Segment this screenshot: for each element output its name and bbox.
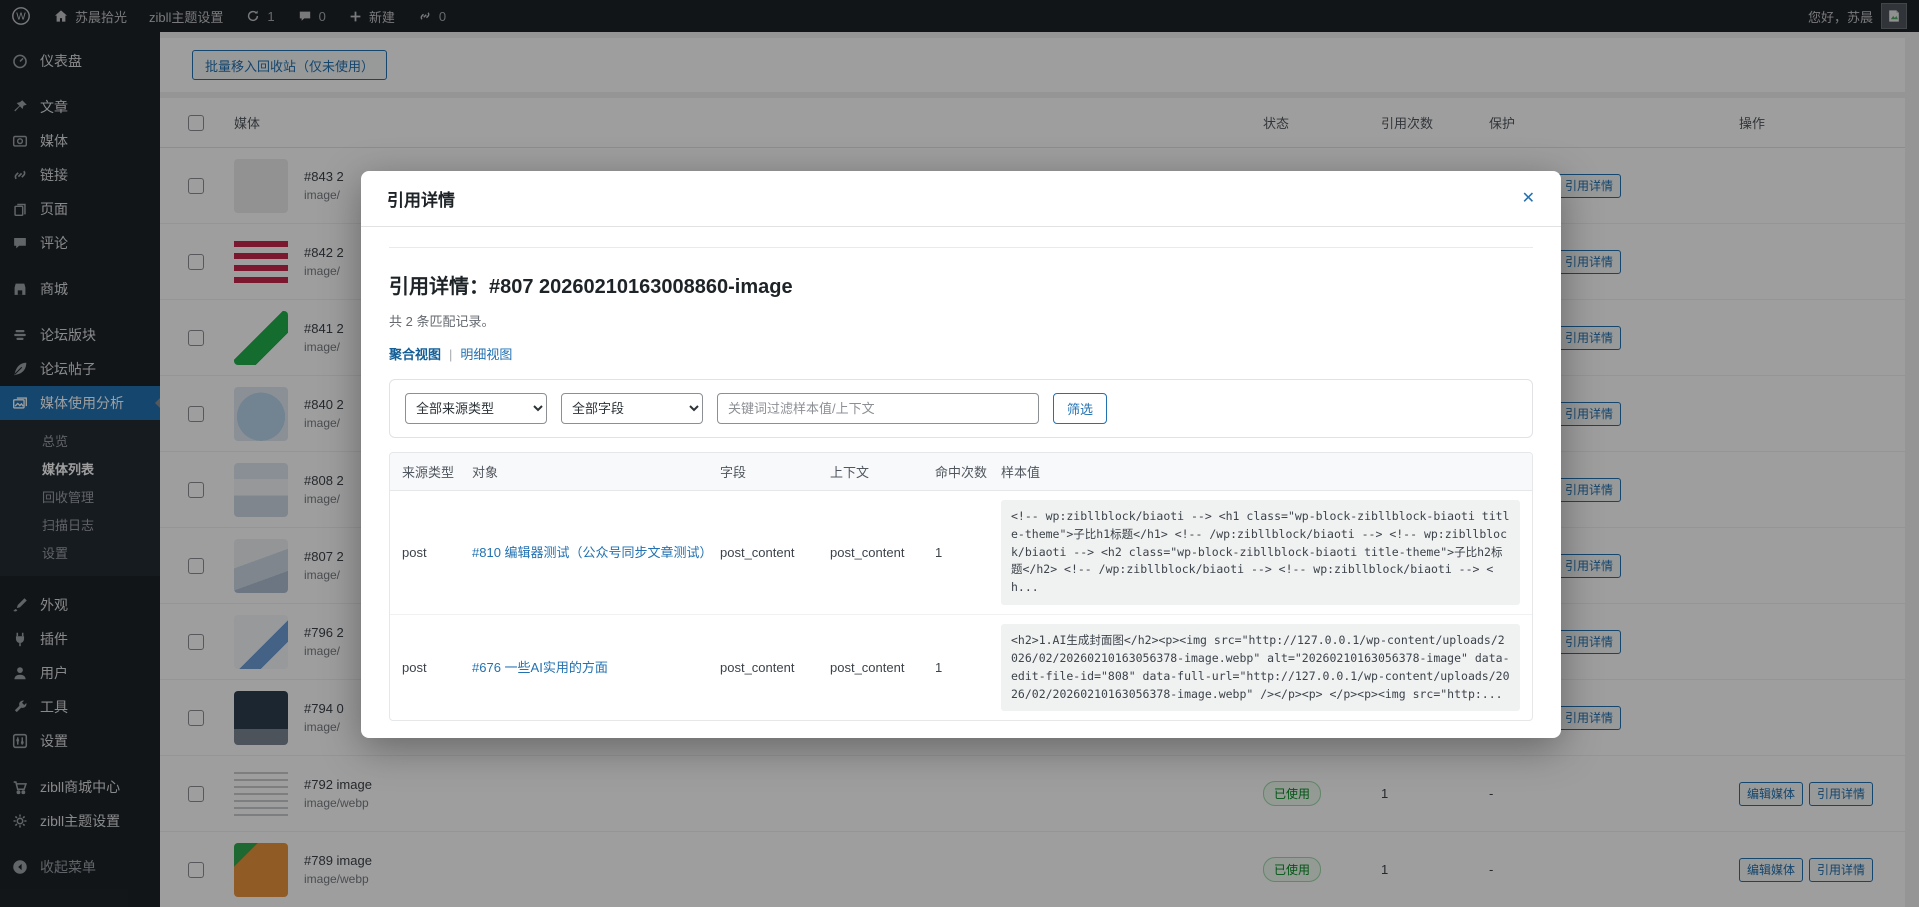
keyword-filter-input[interactable] — [717, 393, 1039, 424]
filter-submit-button[interactable]: 筛选 — [1053, 393, 1107, 424]
match-count-text: 共 2 条匹配记录。 — [389, 311, 1533, 330]
hits-cell: 1 — [935, 660, 991, 675]
detail-view-link[interactable]: 明细视图 — [460, 347, 512, 362]
filter-bar: 全部来源类型 全部字段 筛选 — [389, 379, 1533, 438]
object-link[interactable]: #810 编辑器测试（公众号同步文章测试） — [472, 543, 710, 563]
source-type-select[interactable]: 全部来源类型 — [405, 393, 547, 424]
source-type-cell: post — [402, 545, 462, 560]
close-icon[interactable]: ✕ — [1522, 191, 1535, 207]
sample-value: <h2>1.AI生成封面图</h2><p><img src="http://12… — [1001, 624, 1520, 711]
modal-title: 引用详情 — [387, 186, 455, 211]
sample-value: <!-- wp:zibllblock/biaoti --> <h1 class=… — [1001, 500, 1520, 605]
divider — [389, 247, 1533, 248]
object-link[interactable]: #676 一些AI实用的方面 — [472, 658, 710, 678]
reference-table-header: 来源类型 对象 字段 上下文 命中次数 样本值 — [390, 453, 1532, 491]
context-cell: post_content — [830, 545, 925, 560]
hits-cell: 1 — [935, 545, 991, 560]
source-type-cell: post — [402, 660, 462, 675]
context-cell: post_content — [830, 660, 925, 675]
reference-row: post #810 编辑器测试（公众号同步文章测试） post_content … — [390, 491, 1532, 615]
field-cell: post_content — [720, 545, 820, 560]
field-cell: post_content — [720, 660, 820, 675]
reference-row: post #676 一些AI实用的方面 post_content post_co… — [390, 615, 1532, 720]
aggregate-view-link[interactable]: 聚合视图 — [389, 347, 441, 362]
field-select[interactable]: 全部字段 — [561, 393, 703, 424]
reference-heading: 引用详情：#807 20260210163008860-image — [389, 270, 1533, 299]
reference-table: 来源类型 对象 字段 上下文 命中次数 样本值 post #810 编辑器测试（… — [389, 452, 1533, 721]
view-switcher: 聚合视图|明细视图 — [389, 344, 1533, 363]
reference-details-modal: 引用详情 ✕ 引用详情：#807 20260210163008860-image… — [361, 171, 1561, 738]
